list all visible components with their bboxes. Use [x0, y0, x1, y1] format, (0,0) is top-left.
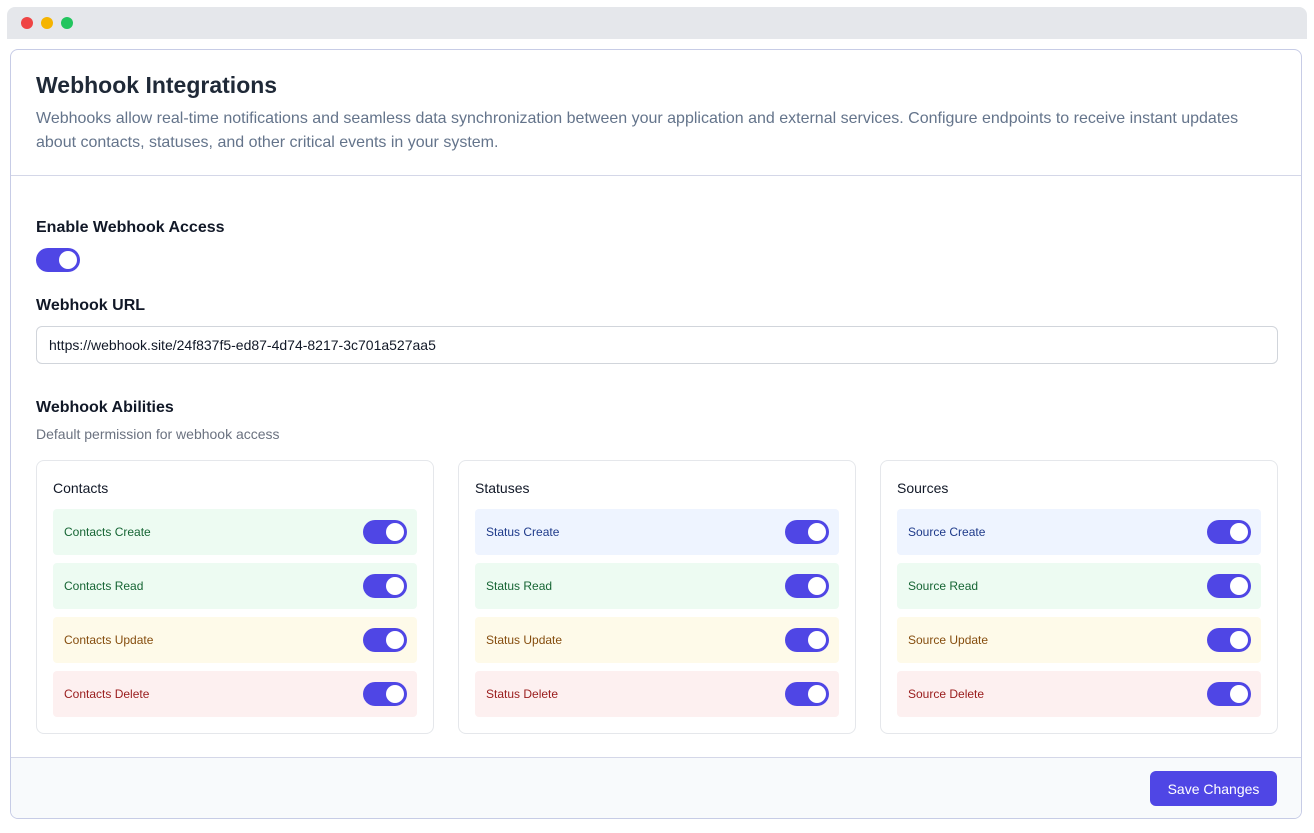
- permission-label: Status Delete: [486, 687, 559, 701]
- toggle-knob: [808, 577, 826, 595]
- webhook-settings-card: Webhook Integrations Webhooks allow real…: [10, 49, 1302, 819]
- permission-status-create: Status Create: [475, 509, 839, 555]
- permission-contacts-read: Contacts Read: [53, 563, 417, 609]
- card-header: Webhook Integrations Webhooks allow real…: [11, 50, 1301, 176]
- permission-toggle[interactable]: [785, 682, 829, 706]
- toggle-knob: [1230, 523, 1248, 541]
- permission-source-create: Source Create: [897, 509, 1261, 555]
- permission-status-read: Status Read: [475, 563, 839, 609]
- webhook-url-label: Webhook URL: [36, 297, 146, 314]
- page-title: Webhook Integrations: [36, 72, 278, 98]
- abilities-group-statuses: Statuses Status Create Status Read Statu…: [458, 460, 856, 734]
- permission-contacts-create: Contacts Create: [53, 509, 417, 555]
- permission-toggle[interactable]: [785, 520, 829, 544]
- permission-source-delete: Source Delete: [897, 671, 1261, 717]
- permission-toggle[interactable]: [1207, 628, 1251, 652]
- toggle-knob: [386, 685, 404, 703]
- permission-toggle[interactable]: [363, 574, 407, 598]
- permission-toggle[interactable]: [363, 682, 407, 706]
- maximize-window-button[interactable]: [61, 17, 73, 29]
- toggle-knob: [808, 631, 826, 649]
- toggle-knob: [808, 685, 826, 703]
- permission-label: Source Delete: [908, 687, 985, 701]
- close-window-button[interactable]: [21, 17, 33, 29]
- permission-status-update: Status Update: [475, 617, 839, 663]
- permission-label: Status Read: [486, 579, 553, 593]
- permission-label: Contacts Delete: [64, 687, 150, 701]
- enable-webhook-label: Enable Webhook Access: [36, 219, 225, 236]
- toggle-knob: [386, 631, 404, 649]
- toggle-knob: [1230, 577, 1248, 595]
- toggle-knob: [386, 523, 404, 541]
- permission-toggle[interactable]: [363, 628, 407, 652]
- permission-toggle[interactable]: [363, 520, 407, 544]
- permission-toggle[interactable]: [1207, 520, 1251, 544]
- permission-toggle[interactable]: [785, 574, 829, 598]
- permission-toggle[interactable]: [1207, 682, 1251, 706]
- permission-label: Source Read: [908, 579, 979, 593]
- toggle-knob: [59, 251, 77, 269]
- toggle-knob: [386, 577, 404, 595]
- permission-label: Source Update: [908, 633, 989, 647]
- webhook-abilities-title: Webhook Abilities: [36, 399, 174, 416]
- group-title: Sources: [897, 480, 949, 496]
- toggle-knob: [808, 523, 826, 541]
- group-title: Statuses: [475, 480, 530, 496]
- abilities-group-contacts: Contacts Contacts Create Contacts Read C…: [36, 460, 434, 734]
- page-description: Webhooks allow real-time notifications a…: [36, 110, 1239, 151]
- minimize-window-button[interactable]: [41, 17, 53, 29]
- permission-contacts-update: Contacts Update: [53, 617, 417, 663]
- permission-label: Source Create: [908, 525, 986, 539]
- permission-label: Contacts Create: [64, 525, 151, 539]
- group-title: Contacts: [53, 480, 109, 496]
- toggle-knob: [1230, 631, 1248, 649]
- permission-status-delete: Status Delete: [475, 671, 839, 717]
- permission-label: Status Update: [486, 633, 563, 647]
- card-footer: Save Changes: [11, 757, 1301, 818]
- permission-toggle[interactable]: [1207, 574, 1251, 598]
- save-changes-button[interactable]: Save Changes: [1150, 771, 1277, 806]
- permission-source-read: Source Read: [897, 563, 1261, 609]
- permission-label: Status Create: [486, 525, 560, 539]
- permission-contacts-delete: Contacts Delete: [53, 671, 417, 717]
- permission-source-update: Source Update: [897, 617, 1261, 663]
- webhook-url-input[interactable]: [36, 326, 1278, 364]
- webhook-abilities-subtitle: Default permission for webhook access: [36, 426, 280, 442]
- toggle-knob: [1230, 685, 1248, 703]
- permission-toggle[interactable]: [785, 628, 829, 652]
- permission-label: Contacts Update: [64, 633, 154, 647]
- enable-webhook-toggle[interactable]: [36, 248, 80, 272]
- abilities-group-sources: Sources Source Create Source Read Source…: [880, 460, 1278, 734]
- window-title-bar: [7, 7, 1307, 39]
- permission-label: Contacts Read: [64, 579, 144, 593]
